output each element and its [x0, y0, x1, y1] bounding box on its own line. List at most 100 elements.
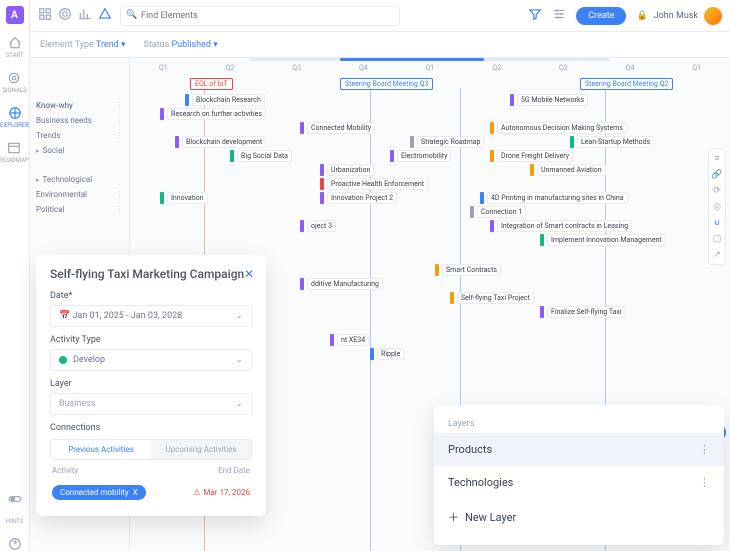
- layer-label: Layer: [50, 379, 252, 389]
- gantt-bar[interactable]: Finalize Self-flying Taxi: [540, 306, 626, 318]
- gantt-bar[interactable]: Big Social Data: [230, 150, 292, 162]
- activity-dot: [59, 356, 67, 364]
- marker-sb1[interactable]: Steering Board Meeting Q3: [340, 78, 433, 90]
- target-icon[interactable]: [58, 7, 72, 24]
- filter-type[interactable]: Trend ▾: [96, 40, 126, 50]
- gantt-bar[interactable]: Proactive Health Enforcement: [320, 178, 428, 190]
- activity-field[interactable]: Develop⌄: [50, 349, 252, 371]
- tool-target-icon[interactable]: ◎: [713, 202, 721, 212]
- new-layer-button[interactable]: ＋New Layer: [434, 499, 724, 535]
- gantt-bar[interactable]: Self-flying Taxi Project: [450, 292, 534, 304]
- cat-business[interactable]: Business needs⋮: [34, 113, 125, 128]
- search-input[interactable]: 🔍: [120, 6, 400, 26]
- gantt-bar[interactable]: Unmanned Aviation: [530, 164, 606, 176]
- layers-popover: Layers Products⋮ Technologies⋮ ＋New Laye…: [434, 405, 724, 545]
- date-label: Date*: [50, 291, 252, 301]
- filter-icon[interactable]: [528, 7, 542, 24]
- cat-knowwhy[interactable]: Know-why⋮: [34, 98, 125, 113]
- gantt-bar[interactable]: 5G Mobile Networks: [510, 94, 588, 106]
- tab-upcoming[interactable]: Upcoming Activities: [151, 440, 251, 459]
- close-icon[interactable]: ✕: [244, 267, 254, 281]
- connection-chip[interactable]: Connected mobilityX: [52, 485, 146, 500]
- chevron-down-icon: ⌄: [235, 399, 243, 409]
- gantt-bar[interactable]: nt XE34: [330, 334, 369, 346]
- layer-products[interactable]: Products⋮: [434, 433, 724, 466]
- chip-remove[interactable]: X: [133, 488, 138, 497]
- gantt-bar[interactable]: 4D Printing in manufacturing sites in Ch…: [480, 192, 628, 204]
- rail-hints[interactable]: HINTS: [6, 518, 23, 525]
- gantt-bar[interactable]: Lean-Startup Methods: [570, 136, 654, 148]
- marker-eol[interactable]: EOL of IoT: [190, 78, 233, 90]
- quarter-header: Q1Q2Q3Q4Q1Q2Q3Q4Q1: [130, 58, 730, 74]
- avatar: [704, 7, 722, 25]
- warning-icon: ⚠: [193, 488, 200, 497]
- gantt-bar[interactable]: Implement Innovation Management: [540, 234, 666, 246]
- rail-start[interactable]: START: [6, 36, 24, 59]
- gantt-bar[interactable]: oject 3: [300, 220, 336, 232]
- rail-help[interactable]: [8, 537, 22, 551]
- gantt-bar[interactable]: Blockchain Research: [185, 94, 265, 106]
- chevron-down-icon: ⌄: [235, 311, 243, 321]
- gantt-bar[interactable]: Electromobility: [390, 150, 451, 162]
- tool-refresh-icon[interactable]: ⟳: [713, 186, 721, 196]
- tab-previous[interactable]: Previous Activities: [51, 440, 151, 459]
- gantt-bar[interactable]: Urbanization: [320, 164, 374, 176]
- tool-layers-icon[interactable]: ≡: [714, 153, 719, 164]
- layer-technologies[interactable]: Technologies⋮: [434, 466, 724, 499]
- edit-modal: ✕ Self-flying Taxi Marketing Campaign Da…: [36, 255, 266, 516]
- filter-status[interactable]: Published ▾: [171, 40, 217, 50]
- cat-political[interactable]: Political⋮: [34, 202, 125, 217]
- gantt-bar[interactable]: Drone Freight Delivery: [490, 150, 573, 162]
- connections-label: Connections: [50, 423, 252, 433]
- chart-icon[interactable]: [78, 7, 92, 24]
- popover-header: Layers: [434, 415, 724, 433]
- connections-tabs: Previous Activities Upcoming Activities: [50, 439, 252, 460]
- gantt-bar[interactable]: Integration of Smart contracts in Leasin…: [490, 220, 632, 232]
- gantt-bar[interactable]: dditive Manufacturing: [300, 278, 383, 290]
- gantt-bar[interactable]: Innovation Project 2: [320, 192, 397, 204]
- filter-bar: Element Type Trend ▾ Status Published ▾: [30, 32, 730, 58]
- left-rail: A START SIGNALS EXPLORER ROADMAP HINTS: [0, 0, 30, 551]
- triangle-icon[interactable]: [98, 7, 112, 24]
- app-logo[interactable]: A: [6, 6, 24, 24]
- cat-social[interactable]: ▸Social: [34, 143, 125, 158]
- col-end: End Date: [218, 466, 250, 475]
- gantt-bar[interactable]: Blockchain development: [175, 136, 266, 148]
- marker-sb2[interactable]: Steering Board Meeting Q2: [580, 78, 673, 90]
- tool-arrow-icon[interactable]: ↗: [713, 250, 721, 260]
- user-menu[interactable]: 🔒 John Musk: [636, 7, 722, 25]
- tool-underline-icon[interactable]: ⊍: [714, 218, 721, 228]
- gantt-bar[interactable]: Strategic Roadmap: [410, 136, 484, 148]
- rail-explorer[interactable]: EXPLORER: [0, 106, 29, 129]
- chevron-down-icon: ⌄: [235, 355, 243, 365]
- gantt-bar[interactable]: Innovation: [160, 192, 208, 204]
- modal-title: Self-flying Taxi Marketing Campaign: [50, 267, 252, 281]
- cat-env[interactable]: Environmental⋮: [34, 187, 125, 202]
- calendar-icon: 📅: [59, 311, 70, 321]
- date-field[interactable]: 📅 Jan 01, 2025 - Jan 03, 2028⌄: [50, 305, 252, 327]
- gantt-bar[interactable]: Connected Mobility: [300, 122, 375, 134]
- gantt-bar[interactable]: Research on further activities: [160, 108, 266, 120]
- tool-palette: ≡ 🔗 ⟳ ◎ ⊍ ▢ ↗: [708, 148, 726, 265]
- connection-row: Connected mobilityX ⚠Mar 17, 2026: [50, 481, 252, 504]
- gantt-bar[interactable]: Ripple: [370, 348, 404, 360]
- tool-square-icon[interactable]: ▢: [713, 234, 722, 244]
- rail-signals[interactable]: SIGNALS: [2, 71, 26, 94]
- search-icon: 🔍: [126, 10, 137, 20]
- layer-field[interactable]: Business⌄: [50, 393, 252, 415]
- cat-tech[interactable]: ▸Technological: [34, 172, 125, 187]
- create-button[interactable]: Create: [576, 7, 626, 25]
- rail-toggle[interactable]: [8, 492, 22, 506]
- rail-roadmap[interactable]: ROADMAP: [0, 141, 29, 164]
- gantt-bar[interactable]: Smart Contracts: [435, 264, 501, 276]
- col-activity: Activity: [52, 466, 78, 475]
- tool-link-icon[interactable]: 🔗: [711, 170, 722, 180]
- lock-icon: 🔒: [636, 11, 647, 21]
- gantt-bar[interactable]: Connection 1: [470, 206, 526, 218]
- gantt-bar[interactable]: Autonomous Decision Making Systems: [490, 122, 627, 134]
- sliders-icon[interactable]: [552, 7, 566, 24]
- grid-icon[interactable]: [38, 7, 52, 24]
- more-icon[interactable]: ⋮: [699, 476, 710, 489]
- more-icon[interactable]: ⋮: [699, 443, 710, 456]
- cat-trends[interactable]: Trends⋮: [34, 128, 125, 143]
